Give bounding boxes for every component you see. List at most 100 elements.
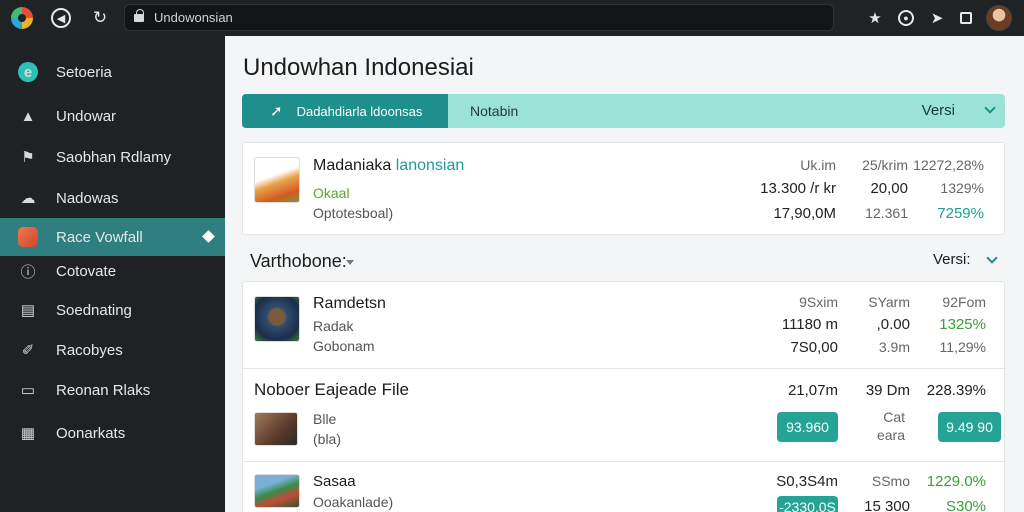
list-item[interactable]: Noboer Eajeade File Blle (bla) 21,07m 93…: [243, 369, 1006, 461]
value-cell: 11180 m: [781, 316, 838, 333]
value-cell: SSmo: [871, 473, 910, 489]
version-dropdown[interactable]: Versi:: [933, 251, 971, 268]
extension-icon[interactable]: ●: [898, 10, 914, 26]
item-subtitle: (bla): [313, 431, 342, 447]
item-thumbnail: [254, 474, 300, 508]
sidebar-item-label: Setoeria: [56, 63, 112, 81]
sidebar-item-label: Racobyes: [56, 341, 123, 359]
sidebar-item-saobhan[interactable]: ⚑ Saobhan Rdlamy: [0, 138, 225, 176]
sidebar-item-reonan-rlaks[interactable]: ▭ Reonan Rlaks: [0, 371, 225, 409]
window-icon[interactable]: [960, 12, 972, 24]
filter-label: Notabin: [470, 103, 519, 119]
sidebar-item-label: Oonarkats: [56, 424, 126, 442]
sidebar-item-nadowas[interactable]: ☁ Nadowas: [0, 179, 225, 217]
sidebar-item-racobyes[interactable]: ✐ Racobyes: [0, 331, 225, 369]
value-cell: 21,07m: [787, 382, 838, 399]
percent-cell: 7259%: [937, 205, 984, 222]
value-cell: SYarm: [868, 294, 910, 310]
chevron-down-icon[interactable]: [986, 252, 998, 264]
item-thumbnail: [254, 412, 298, 446]
item-subtitle: Gobonam: [313, 338, 375, 354]
sidebar-item-undowar[interactable]: ▲ Undowar: [0, 97, 225, 135]
address-bar[interactable]: Undowonsian: [124, 4, 834, 31]
url-text: Undowonsian: [154, 10, 233, 25]
list-item[interactable]: Sasaa Ooakanlade) S0,3S4m -2330,0S SSmo …: [243, 462, 1006, 512]
profile-avatar[interactable]: [986, 5, 1012, 31]
sidebar-item-setoeria[interactable]: e Setoeria: [0, 53, 225, 91]
sidebar-item-label: Cotovate: [56, 262, 117, 280]
percent-cell: 11,29%: [939, 339, 986, 355]
sidebar-item-race-vowfall[interactable]: Race Vowfall: [0, 218, 225, 256]
lock-icon: [134, 8, 144, 22]
value-button[interactable]: 93.960: [777, 412, 838, 442]
value-cell: 20,00: [870, 180, 908, 197]
value-cell: 17,90,0M: [773, 205, 836, 222]
value-cell: ,0.00: [876, 316, 910, 333]
item-subtitle: Blle: [313, 411, 337, 427]
item-name: Noboer Eajeade File: [254, 380, 409, 399]
value-cell: 39 Dm: [865, 382, 910, 399]
race-icon: [18, 227, 38, 247]
item-thumbnail: [254, 296, 300, 342]
chevron-down-icon[interactable]: [984, 102, 996, 114]
value-cell: 13.300 /r kr: [760, 180, 836, 197]
item-name: Ramdetsn: [313, 295, 386, 312]
sidebar-item-label: Saobhan Rdlamy: [56, 148, 172, 166]
sidebar-item-oonarkats[interactable]: ▦ Oonarkats: [0, 414, 225, 452]
filter-segment-button[interactable]: ➚ Dadahdiarla ldoonsas: [242, 94, 448, 128]
reload-icon[interactable]: ↻: [89, 7, 111, 29]
percent-button[interactable]: 9.49 90: [938, 412, 1001, 442]
browser-toolbar: ◀ ↻ Undowonsian ★ ● ➤: [0, 0, 1024, 36]
percent-cell: 92Fom: [942, 294, 986, 310]
percent-cell: 228.39%: [926, 382, 986, 399]
percent-cell: 12272,28%: [913, 157, 984, 173]
sidebar: e Setoeria ▲ Undowar ⚑ Saobhan Rdlamy ☁ …: [0, 36, 225, 512]
version-dropdown[interactable]: Versi: [922, 102, 955, 119]
list-item[interactable]: Ramdetsn Radak Gobonam 9Sxim 11180 m 7S0…: [243, 282, 1006, 368]
item-subtitle: Ooakanlade): [313, 494, 394, 510]
sidebar-item-label: Reonan Rlaks: [56, 381, 151, 399]
filter-segment-label: Dadahdiarla ldoonsas: [296, 103, 423, 119]
active-indicator-icon: [202, 230, 215, 243]
window-icon: ▭: [20, 382, 36, 399]
value-cell: 15 300: [864, 498, 910, 512]
value-cell: 12.361: [865, 205, 908, 221]
cloud-icon: ☁: [20, 190, 36, 207]
value-button[interactable]: -2330,0S: [777, 496, 838, 512]
value-cell: 7S0,00: [790, 339, 838, 356]
sidebar-item-label: Race Vowfall: [56, 228, 143, 246]
filter-bar: ➚ Dadahdiarla ldoonsas Notabin Versi: [242, 94, 1005, 128]
back-icon[interactable]: ◀: [51, 8, 71, 28]
app-logo-icon[interactable]: [11, 7, 33, 29]
featured-card[interactable]: Madaniaka lanonsian Okaal Optotesboal) U…: [242, 142, 1005, 235]
value-cell: Cat: [883, 409, 905, 425]
sidebar-item-soednating[interactable]: ▤ Soednating: [0, 291, 225, 329]
value-cell: 9Sxim: [799, 294, 838, 310]
value-cell: 3.9m: [878, 339, 910, 355]
item-subtitle: Radak: [313, 318, 354, 334]
items-list: Ramdetsn Radak Gobonam 9Sxim 11180 m 7S0…: [242, 281, 1006, 512]
value-cell: 25/krim: [862, 157, 908, 173]
flag-icon: ⚑: [21, 149, 35, 166]
sidebar-item-label: Soednating: [56, 301, 132, 319]
caret-down-icon[interactable]: [346, 260, 354, 265]
sidebar-item-cotovate[interactable]: ⓘ Cotovate: [0, 252, 225, 290]
app-icon: e: [18, 62, 38, 82]
main-content: Undowhan Indonesiai ➚ Dadahdiarla ldoons…: [225, 36, 1024, 512]
home-icon: ▲: [20, 107, 36, 125]
star-icon[interactable]: ★: [866, 9, 884, 27]
section-title[interactable]: Varthobone:: [250, 251, 347, 272]
page-title: Undowhan Indonesiai: [243, 54, 474, 81]
percent-cell: S30%: [945, 498, 986, 512]
value-cell: S0,3S4m: [776, 473, 838, 490]
percent-cell: 1325%: [939, 316, 986, 333]
grid-icon: ▦: [20, 425, 36, 442]
item-name: Madaniaka lanonsian: [313, 157, 465, 174]
percent-cell: 1329%: [940, 180, 984, 196]
pin-icon[interactable]: ➤: [928, 9, 946, 27]
arrow-icon: ➚: [270, 103, 283, 120]
value-cell: eara: [876, 427, 905, 443]
pen-icon: ✐: [21, 342, 35, 359]
list-icon: ▤: [20, 302, 36, 319]
item-category: Okaal: [313, 185, 350, 201]
